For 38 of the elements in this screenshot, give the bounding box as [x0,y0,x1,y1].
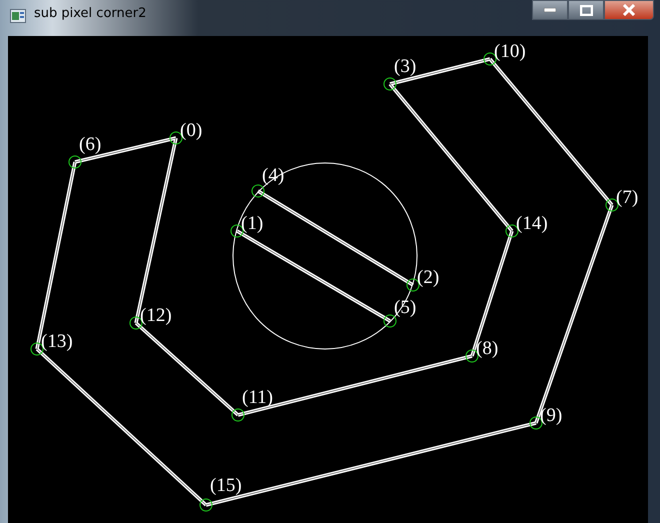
point-label: (13) [41,331,73,352]
corner-marker [130,316,142,330]
point-label: (8) [476,338,498,359]
point-label: (10) [494,41,526,62]
point-label: (11) [242,387,273,408]
close-icon [622,4,636,16]
corner-marker [232,408,244,422]
corner-marker [230,224,244,238]
close-button[interactable] [604,0,654,20]
app-icon [10,9,26,23]
point-label: (7) [616,187,638,208]
corner-marker [606,198,618,212]
corner-marker [466,350,478,362]
maximize-button[interactable] [568,0,604,20]
corner-marker [530,416,542,430]
point-label: (6) [79,134,102,155]
corner-marker [506,224,518,238]
corner-marker [384,78,396,90]
point-label: (1) [241,213,264,234]
corner-marker [406,278,420,292]
point-label: (0) [180,120,202,141]
window-title: sub pixel corner2 [34,6,146,21]
point-label: (9) [540,405,562,426]
point-label: (15) [210,475,242,496]
maximize-icon [580,4,592,16]
corner-marker [68,156,82,168]
minimize-button[interactable] [532,0,568,20]
corner-marker [170,132,182,144]
corner-marker [252,184,264,198]
corner-marker [384,314,396,328]
minimize-icon [544,8,556,12]
point-label: (14) [516,213,548,234]
corner-marker [484,52,496,66]
point-label: (3) [394,56,416,77]
point-label: (2) [417,267,440,288]
point-label: (12) [140,305,172,326]
corner-marker [200,498,212,512]
corner-marker [30,342,44,356]
